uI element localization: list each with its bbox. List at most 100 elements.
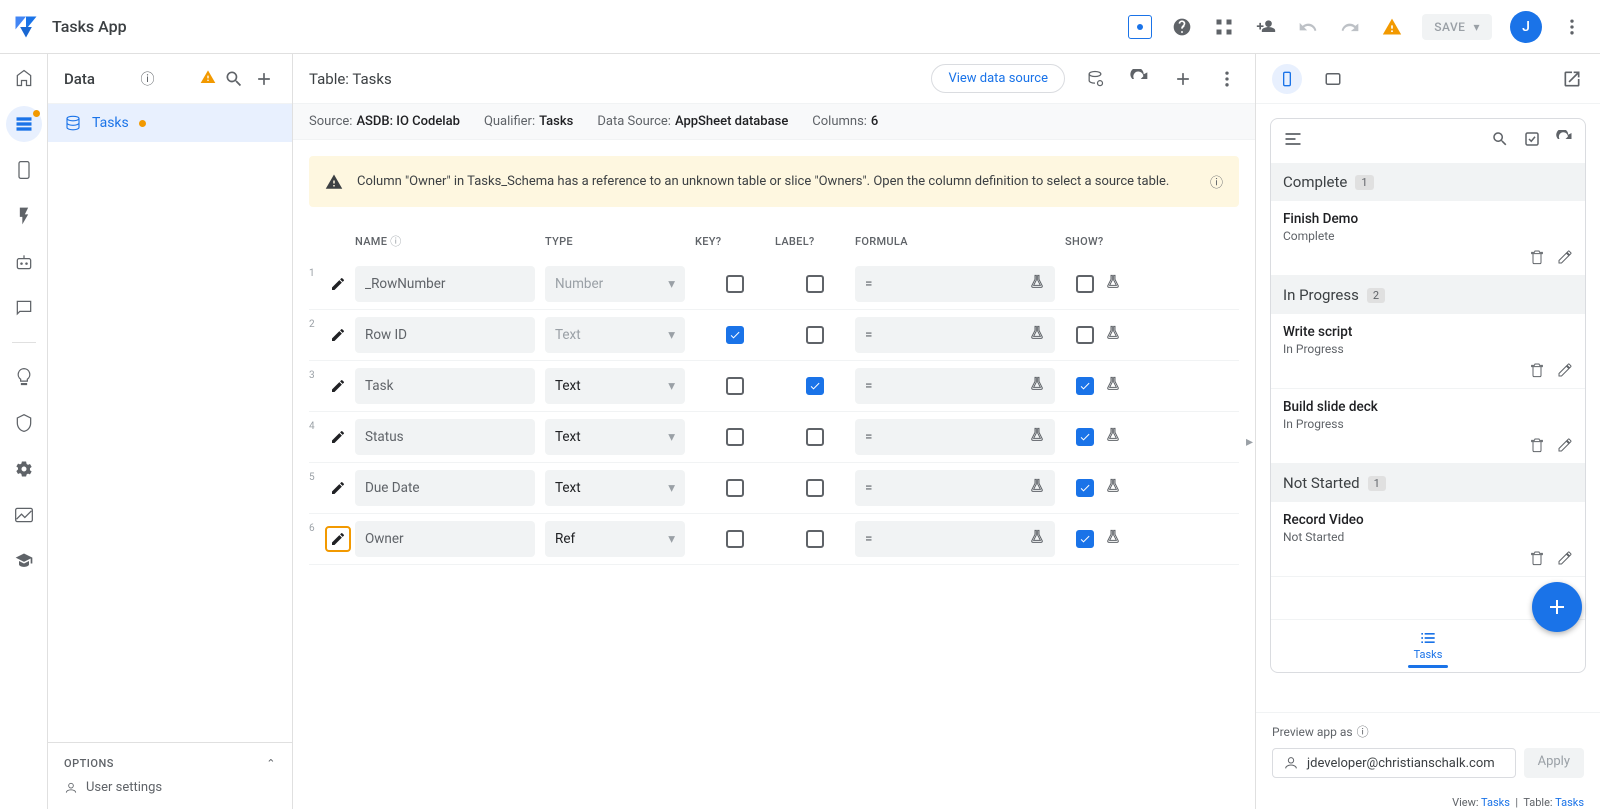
more-vert-icon[interactable]	[1215, 67, 1239, 91]
rail-learn-icon[interactable]	[12, 549, 36, 573]
column-name-input[interactable]	[355, 368, 535, 404]
checkbox[interactable]	[726, 326, 744, 344]
apply-button[interactable]: Apply	[1524, 748, 1584, 778]
warning-icon[interactable]	[200, 69, 216, 89]
checkbox[interactable]	[1076, 479, 1094, 497]
help-icon[interactable]	[1170, 15, 1194, 39]
checkbox[interactable]	[726, 428, 744, 446]
rail-home-icon[interactable]	[12, 66, 36, 90]
checkbox[interactable]	[726, 275, 744, 293]
checkbox[interactable]	[1076, 377, 1094, 395]
chevron-up-icon[interactable]: ⌃	[266, 757, 276, 770]
delete-icon[interactable]	[1529, 249, 1545, 269]
flask-icon[interactable]	[1105, 427, 1145, 447]
checkbox[interactable]	[726, 377, 744, 395]
checkbox[interactable]	[1076, 326, 1094, 344]
flask-icon[interactable]	[1105, 529, 1145, 549]
apps-icon[interactable]	[1212, 15, 1236, 39]
bottom-nav[interactable]: Tasks	[1271, 619, 1585, 672]
column-type-select[interactable]: Text▾	[545, 368, 685, 404]
column-type-select[interactable]: Text▾	[545, 317, 685, 353]
edit-icon[interactable]	[1557, 550, 1573, 570]
column-name-input[interactable]	[355, 266, 535, 302]
refresh-icon[interactable]	[1127, 67, 1151, 91]
formula-input[interactable]: =	[855, 470, 1055, 506]
add-icon[interactable]	[1171, 67, 1195, 91]
formula-input[interactable]: =	[855, 419, 1055, 455]
task-item[interactable]: Record VideoNot Started	[1271, 502, 1585, 577]
formula-input[interactable]: =	[855, 266, 1055, 302]
tablet-preview-button[interactable]	[1318, 64, 1348, 94]
edit-icon[interactable]	[325, 271, 351, 297]
edit-icon[interactable]	[1557, 437, 1573, 457]
search-icon[interactable]	[1491, 130, 1509, 152]
task-item[interactable]: Finish DemoComplete	[1271, 201, 1585, 276]
info-icon[interactable]: ⓘ	[1210, 172, 1223, 191]
menu-icon[interactable]	[1283, 129, 1303, 153]
flask-icon[interactable]	[1105, 325, 1145, 345]
group-header[interactable]: Complete1	[1271, 163, 1585, 201]
task-item[interactable]: Build slide deckIn Progress	[1271, 389, 1585, 464]
preview-email-input[interactable]: jdeveloper@christianschalk.com	[1272, 748, 1516, 778]
task-item[interactable]: Write scriptIn Progress	[1271, 314, 1585, 389]
column-type-select[interactable]: Text▾	[545, 419, 685, 455]
checkbox[interactable]	[726, 479, 744, 497]
more-vert-icon[interactable]	[1560, 15, 1584, 39]
flask-icon[interactable]	[1105, 478, 1145, 498]
view-data-source-button[interactable]: View data source	[931, 64, 1065, 93]
formula-input[interactable]: =	[855, 521, 1055, 557]
edit-icon[interactable]	[325, 373, 351, 399]
rail-intelligence-icon[interactable]	[12, 365, 36, 389]
mobile-preview-button[interactable]	[1272, 64, 1302, 94]
data-table-tasks[interactable]: Tasks	[48, 104, 292, 142]
rail-settings-icon[interactable]	[12, 457, 36, 481]
rail-views-icon[interactable]	[12, 158, 36, 182]
redo-icon[interactable]	[1338, 15, 1362, 39]
edit-icon[interactable]	[1557, 362, 1573, 382]
sync-icon[interactable]	[1555, 130, 1573, 152]
checkbox[interactable]	[806, 275, 824, 293]
undo-icon[interactable]	[1296, 15, 1320, 39]
flask-icon[interactable]	[1105, 274, 1145, 294]
appsheet-db-icon[interactable]	[1128, 15, 1152, 39]
column-name-input[interactable]	[355, 317, 535, 353]
column-type-select[interactable]: Text▾	[545, 470, 685, 506]
checkbox[interactable]	[726, 530, 744, 548]
column-name-input[interactable]	[355, 470, 535, 506]
info-icon[interactable]: ⓘ	[140, 69, 154, 89]
info-icon[interactable]: ⓘ	[390, 235, 401, 248]
search-icon[interactable]	[222, 67, 246, 91]
edit-icon[interactable]	[1557, 249, 1573, 269]
edit-icon[interactable]	[325, 526, 351, 552]
select-icon[interactable]	[1523, 130, 1541, 152]
fab-add-button[interactable]	[1532, 582, 1582, 632]
add-icon[interactable]	[252, 67, 276, 91]
group-header[interactable]: In Progress2	[1271, 276, 1585, 314]
checkbox[interactable]	[1076, 275, 1094, 293]
column-name-input[interactable]	[355, 521, 535, 557]
edit-icon[interactable]	[325, 424, 351, 450]
checkbox[interactable]	[806, 428, 824, 446]
flask-icon[interactable]	[1105, 376, 1145, 396]
checkbox[interactable]	[806, 479, 824, 497]
add-user-icon[interactable]	[1254, 15, 1278, 39]
column-type-select[interactable]: Number▾	[545, 266, 685, 302]
open-new-icon[interactable]	[1560, 67, 1584, 91]
group-header[interactable]: Not Started1	[1271, 464, 1585, 502]
table-link[interactable]: Tasks	[1555, 796, 1584, 809]
column-name-input[interactable]	[355, 419, 535, 455]
edit-icon[interactable]	[325, 475, 351, 501]
delete-icon[interactable]	[1529, 550, 1545, 570]
rail-bots-icon[interactable]	[12, 250, 36, 274]
delete-icon[interactable]	[1529, 437, 1545, 457]
formula-input[interactable]: =	[855, 317, 1055, 353]
info-icon[interactable]: ⓘ	[1357, 723, 1369, 740]
column-type-select[interactable]: Ref▾	[545, 521, 685, 557]
save-button[interactable]: SAVE ▾	[1422, 14, 1492, 40]
rail-security-icon[interactable]	[12, 411, 36, 435]
checkbox[interactable]	[806, 326, 824, 344]
rail-manage-icon[interactable]	[12, 503, 36, 527]
edit-icon[interactable]	[325, 322, 351, 348]
settings-icon[interactable]	[1083, 67, 1107, 91]
checkbox[interactable]	[806, 377, 824, 395]
